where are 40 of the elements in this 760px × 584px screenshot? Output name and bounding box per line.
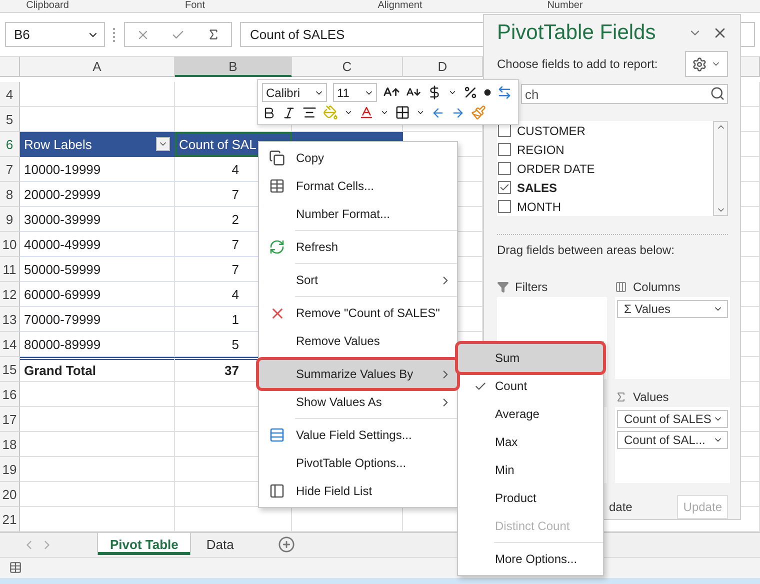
row-number: 15 (0, 357, 20, 382)
defer-update-label: date (609, 500, 632, 514)
row-number: 13 (0, 307, 20, 332)
header-label: Row Labels (24, 136, 92, 152)
row-number: 14 (0, 332, 20, 358)
table-cell: 20000-29999 (20, 182, 175, 208)
area-title: Columns (633, 280, 680, 294)
row-number: 21 (0, 507, 20, 532)
row-number: 6 (0, 132, 20, 158)
row-number: 17 (0, 407, 20, 432)
table-cell: 10000-19999 (20, 157, 175, 182)
row-number: 12 (0, 282, 20, 308)
table-cell: 60000-69999 (20, 282, 175, 308)
area-title: Filters (515, 280, 548, 294)
table-cell: 30000-39999 (20, 207, 175, 232)
row-number: 9 (0, 207, 20, 232)
row-number: 20 (0, 482, 20, 508)
instruction-text: Drag fields between areas below: (497, 243, 676, 257)
table-cell: 70000-79999 (20, 307, 175, 332)
row-number: 7 (0, 157, 20, 182)
row-number: 16 (0, 382, 20, 408)
table-cell: 80000-89999 (20, 332, 175, 358)
table-cell: 40000-49999 (20, 232, 175, 258)
ribbon-group-label: Number (547, 0, 583, 12)
ribbon-group-label: Font (184, 0, 205, 12)
instruction-text: Choose fields to add to report: (497, 57, 658, 72)
ribbon-group-label: Alignment (378, 0, 422, 12)
table-cell: 50000-59999 (20, 257, 175, 282)
row-number: 19 (0, 457, 20, 482)
row-number: 5 (0, 107, 20, 132)
menu-item: Distinct Count (494, 518, 571, 535)
row-number: 4 (0, 82, 20, 108)
row-number: 11 (0, 257, 20, 282)
row-number: 18 (0, 432, 20, 458)
row-number: 10 (0, 232, 20, 258)
panel-title: PivotTable Fields (497, 20, 657, 45)
row-number: 8 (0, 182, 20, 208)
area-title: Values (633, 390, 669, 404)
table-cell: Grand Total (20, 357, 175, 382)
ribbon-group-label: Clipboard (26, 0, 69, 12)
